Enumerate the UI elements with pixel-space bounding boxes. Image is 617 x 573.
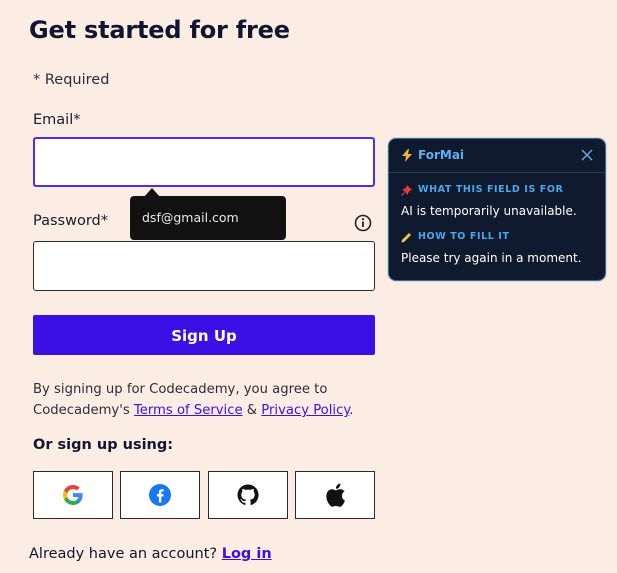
pin-icon bbox=[401, 185, 412, 196]
email-input[interactable] bbox=[33, 137, 375, 187]
apple-signup-button[interactable] bbox=[295, 471, 375, 519]
lightning-icon bbox=[402, 149, 412, 162]
social-label: Or sign up using: bbox=[33, 437, 174, 453]
formai-section1-text: AI is temporarily unavailable. bbox=[401, 204, 577, 218]
email-autocomplete-suggestion[interactable]: dsf@gmail.com bbox=[130, 196, 286, 240]
email-label: Email* bbox=[33, 112, 81, 128]
terms-of-service-link[interactable]: Terms of Service bbox=[134, 403, 243, 418]
terms-suffix: . bbox=[349, 403, 354, 418]
google-icon bbox=[63, 485, 83, 505]
apple-icon bbox=[326, 483, 345, 507]
close-icon[interactable] bbox=[581, 149, 593, 161]
terms-text: By signing up for Codecademy, you agree … bbox=[33, 379, 373, 421]
github-signup-button[interactable] bbox=[208, 471, 288, 519]
pencil-icon bbox=[401, 233, 411, 243]
info-icon[interactable] bbox=[354, 214, 372, 232]
formai-section1-title: WHAT THIS FIELD IS FOR bbox=[418, 184, 564, 195]
formai-section2-title: HOW TO FILL IT bbox=[418, 231, 510, 242]
facebook-icon bbox=[149, 484, 171, 506]
page-title: Get started for free bbox=[29, 16, 290, 44]
password-input[interactable] bbox=[33, 241, 375, 291]
github-icon bbox=[237, 484, 259, 506]
formai-header: ForMai bbox=[389, 139, 605, 173]
login-link[interactable]: Log in bbox=[222, 546, 272, 562]
sign-up-button[interactable]: Sign Up bbox=[33, 315, 375, 355]
required-note: * Required bbox=[33, 72, 110, 88]
privacy-policy-link[interactable]: Privacy Policy bbox=[261, 403, 349, 418]
terms-amp: & bbox=[242, 403, 262, 418]
formai-title: ForMai bbox=[418, 148, 465, 162]
facebook-signup-button[interactable] bbox=[120, 471, 200, 519]
login-prompt-text: Already have an account? bbox=[29, 546, 222, 562]
password-label: Password* bbox=[33, 213, 108, 229]
formai-panel: ForMai WHAT THIS FIELD IS FOR AI is temp… bbox=[388, 138, 606, 281]
login-prompt: Already have an account? Log in bbox=[29, 546, 272, 562]
google-signup-button[interactable] bbox=[33, 471, 113, 519]
formai-section2-text: Please try again in a moment. bbox=[401, 251, 582, 265]
